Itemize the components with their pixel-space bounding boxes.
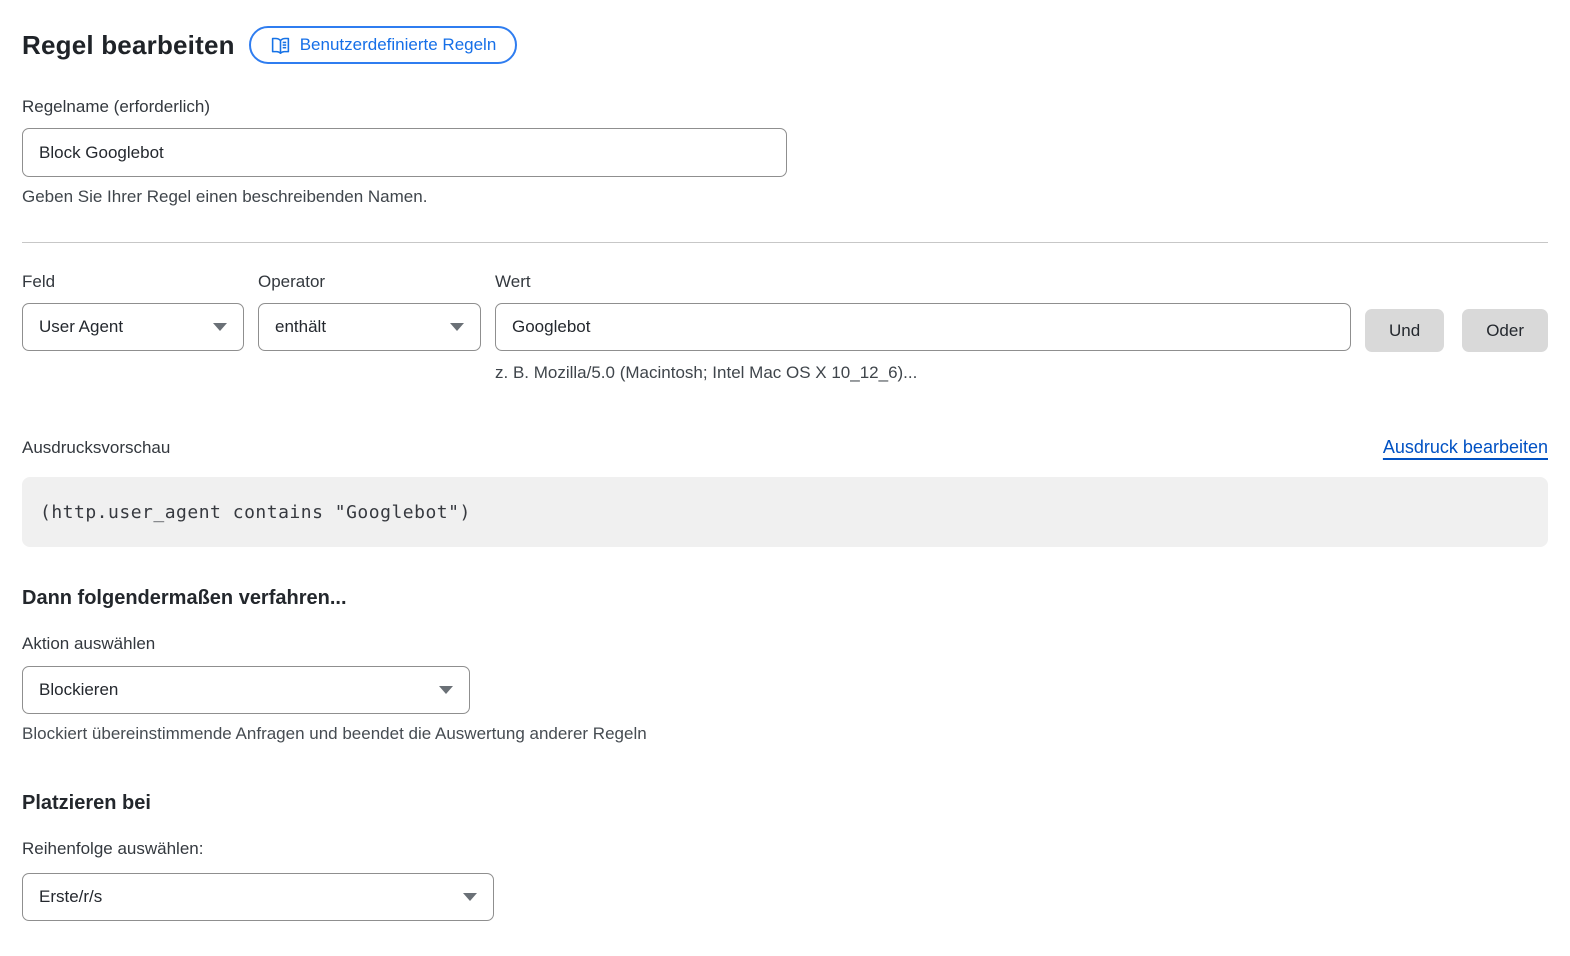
edit-expression-link[interactable]: Ausdruck bearbeiten	[1383, 437, 1548, 458]
expression-label: Ausdrucksvorschau	[22, 438, 170, 458]
placement-heading: Platzieren bei	[22, 792, 1548, 815]
chevron-down-icon	[463, 893, 477, 901]
custom-rules-badge-label: Benutzerdefinierte Regeln	[300, 35, 497, 55]
chevron-down-icon	[450, 323, 464, 331]
field-label: Feld	[22, 272, 244, 292]
action-select-value: Blockieren	[39, 680, 118, 700]
placement-label: Reihenfolge auswählen:	[22, 839, 1548, 859]
condition-row: Feld User Agent Operator enthält Wert z.…	[22, 272, 1548, 383]
chevron-down-icon	[439, 686, 453, 694]
expression-header: Ausdrucksvorschau Ausdruck bearbeiten	[22, 437, 1548, 458]
field-column: Feld User Agent	[22, 272, 244, 351]
order-select[interactable]: Erste/r/s	[22, 873, 494, 921]
rule-name-input[interactable]	[22, 128, 787, 177]
operator-select[interactable]: enthält	[258, 303, 481, 351]
or-button[interactable]: Oder	[1462, 309, 1548, 352]
placement-section: Platzieren bei Reihenfolge auswählen: Er…	[22, 792, 1548, 921]
value-input[interactable]	[495, 303, 1351, 351]
chevron-down-icon	[213, 323, 227, 331]
edit-rule-page: Regel bearbeiten Benutzerdefinierte Rege…	[0, 0, 1570, 921]
expression-preview-code: (http.user_agent contains "Googlebot")	[22, 477, 1548, 547]
rule-name-label: Regelname (erforderlich)	[22, 97, 1548, 117]
page-title: Regel bearbeiten	[22, 30, 235, 61]
action-heading: Dann folgendermaßen verfahren...	[22, 587, 1548, 610]
operator-label: Operator	[258, 272, 481, 292]
condition-buttons: Und Oder	[1365, 272, 1548, 352]
book-icon	[270, 35, 291, 56]
value-column: Wert z. B. Mozilla/5.0 (Macintosh; Intel…	[495, 272, 1351, 383]
action-section: Dann folgendermaßen verfahren... Aktion …	[22, 587, 1548, 744]
rule-name-helper: Geben Sie Ihrer Regel einen beschreibend…	[22, 187, 1548, 207]
action-select[interactable]: Blockieren	[22, 666, 470, 714]
action-helper: Blockiert übereinstimmende Anfragen und …	[22, 724, 1548, 744]
order-select-value: Erste/r/s	[39, 887, 102, 907]
rule-name-group: Regelname (erforderlich) Geben Sie Ihrer…	[22, 97, 1548, 207]
field-select[interactable]: User Agent	[22, 303, 244, 351]
value-label: Wert	[495, 272, 1351, 292]
action-label: Aktion auswählen	[22, 634, 1548, 654]
page-header: Regel bearbeiten Benutzerdefinierte Rege…	[22, 26, 1548, 64]
operator-select-value: enthält	[275, 317, 326, 337]
section-divider	[22, 242, 1548, 243]
value-helper: z. B. Mozilla/5.0 (Macintosh; Intel Mac …	[495, 363, 1351, 383]
operator-column: Operator enthält	[258, 272, 481, 351]
custom-rules-badge[interactable]: Benutzerdefinierte Regeln	[249, 26, 518, 64]
field-select-value: User Agent	[39, 317, 123, 337]
and-button[interactable]: Und	[1365, 309, 1444, 352]
